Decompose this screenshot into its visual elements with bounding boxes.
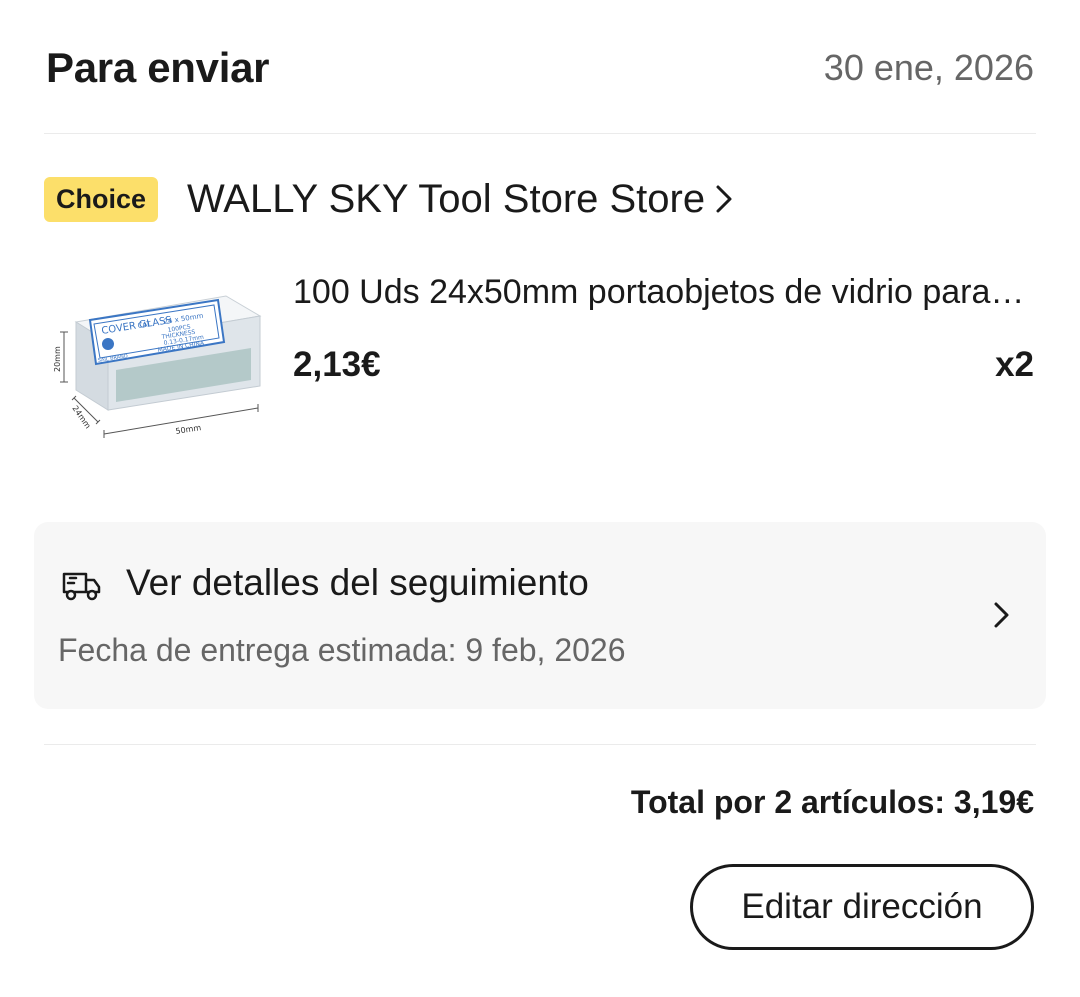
- order-total: Total por 2 artículos: 3,19€: [630, 784, 1034, 820]
- choice-badge: Choice: [44, 176, 159, 222]
- dim-depth-text: 24mm: [70, 404, 92, 430]
- store-name: WALLY SKY Tool Store Store: [187, 176, 706, 221]
- dim-width-text: 50mm: [175, 423, 202, 436]
- store-link[interactable]: Choice WALLY SKY Tool Store Store: [44, 172, 733, 226]
- estimated-delivery: Fecha de entrega estimada: 9 feb, 2026: [58, 632, 626, 668]
- product-quantity: x2: [995, 345, 1034, 384]
- product-title[interactable]: 100 Uds 24x50mm portaobjetos de vidrio p…: [293, 270, 1033, 314]
- order-status-title: Para enviar: [46, 44, 270, 91]
- tracking-details-card[interactable]: Ver detalles del seguimiento Fecha de en…: [34, 522, 1046, 709]
- divider: [44, 133, 1036, 134]
- product-price: 2,13€: [293, 345, 381, 384]
- dim-height-text: 20mm: [53, 346, 62, 372]
- truck-icon: [60, 568, 102, 602]
- order-date: 30 ene, 2026: [823, 47, 1034, 88]
- order-header: Para enviar 30 ene, 2026: [46, 36, 1034, 100]
- product-image[interactable]: COVER GLASS 24 x 50mm CAT 100PCS THICKNE…: [46, 272, 276, 462]
- edit-address-button[interactable]: Editar dirección: [690, 864, 1034, 950]
- tracking-title: Ver detalles del seguimiento: [126, 562, 589, 603]
- divider: [44, 744, 1036, 745]
- chevron-right-icon: [992, 600, 1012, 630]
- chevron-right-icon: [715, 184, 733, 214]
